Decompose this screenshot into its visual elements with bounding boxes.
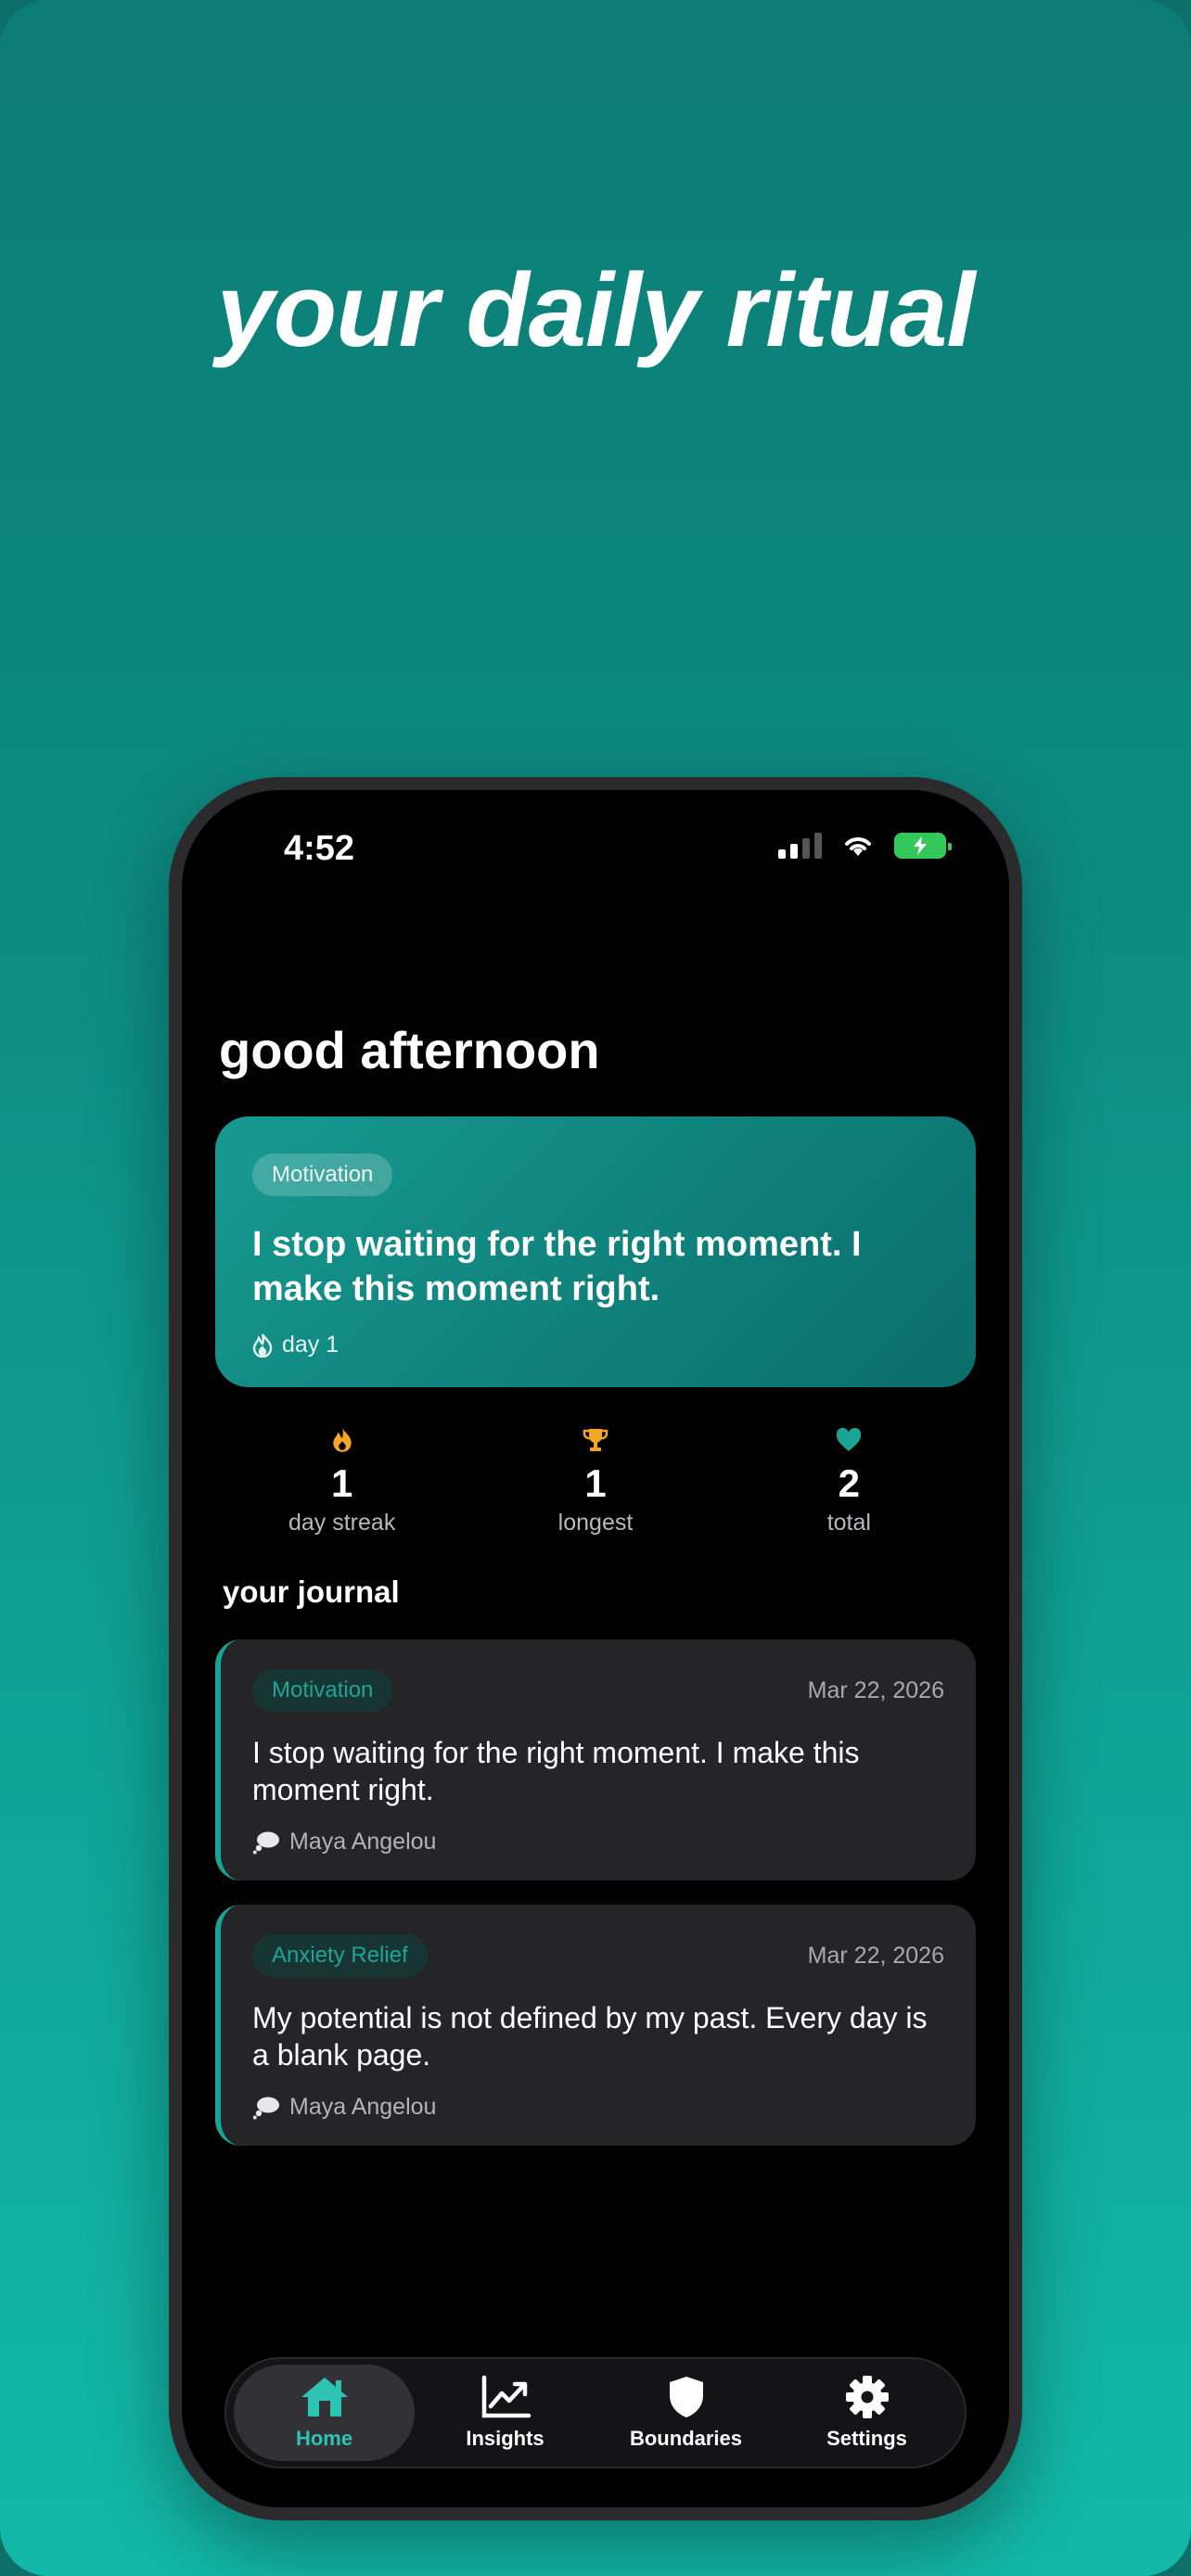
stat-label: longest [557,1510,634,1536]
phone-screen: 4:52 good afternoon Motivation I stop wa… [182,790,1009,2507]
category-badge: Motivation [252,1154,393,1196]
trophy-icon [583,1429,608,1451]
status-time: 4:52 [284,829,355,868]
tab-label: Insights [466,2427,544,2450]
tab-bar: Home Insights Boundaries Settings [224,2357,967,2468]
shield-icon [669,2377,703,2417]
stat-day-streak: 1 day streak [215,1426,468,1537]
category-badge: Motivation [252,1669,393,1712]
tab-label: Settings [826,2427,907,2450]
thought-bubble-icon [252,1831,279,1854]
phone-frame: 4:52 good afternoon Motivation I stop wa… [169,777,1022,2520]
entry-date: Mar 22, 2026 [807,1677,944,1703]
entry-author-row: Maya Angelou [252,2094,944,2121]
tab-settings[interactable]: Settings [776,2365,957,2461]
featured-quote-text: I stop waiting for the right moment. I m… [252,1225,862,1308]
day-indicator: day 1 [252,1332,939,1358]
entry-quote-text: My potential is not defined by my past. … [252,2001,928,2072]
journal-title: your journal [223,1575,400,1609]
stat-value: 2 [838,1461,860,1505]
cellular-signal-icon [778,833,822,859]
stat-value: 1 [330,1461,353,1505]
stat-longest: 1 longest [468,1426,722,1537]
battery-charging-icon [894,833,952,859]
home-icon [301,2378,348,2417]
greeting-title: good afternoon [219,1021,600,1079]
featured-quote-card[interactable]: Motivation I stop waiting for the right … [215,1116,976,1387]
stat-label: total [826,1510,871,1536]
entry-quote-text: I stop waiting for the right moment. I m… [252,1736,860,1806]
entry-author-row: Maya Angelou [252,1829,944,1855]
chart-icon [481,2375,531,2418]
stat-label: day streak [288,1510,396,1536]
flame-icon [252,1333,273,1358]
thought-bubble-icon [252,2097,279,2119]
stat-total: 2 total [723,1426,976,1537]
day-count: day 1 [282,1332,339,1358]
tab-insights[interactable]: Insights [415,2365,596,2461]
stat-value: 1 [584,1461,607,1505]
status-icons [778,833,952,859]
tab-boundaries[interactable]: Boundaries [596,2365,776,2461]
gear-icon [845,2376,889,2418]
entry-author: Maya Angelou [289,1829,437,1855]
journal-entry[interactable]: Anxiety Relief Mar 22, 2026 My potential… [215,1905,976,2146]
headline: your daily ritual [216,252,976,368]
stats-row: 1 day streak 1 longest 2 total [215,1426,976,1537]
wifi-icon [845,837,871,856]
flame-icon [332,1428,352,1452]
tab-home[interactable]: Home [234,2365,415,2461]
tab-label: Home [295,2427,353,2450]
entry-author: Maya Angelou [289,2094,437,2120]
heart-icon [837,1428,862,1451]
category-badge: Anxiety Relief [252,1934,428,1977]
entry-date: Mar 22, 2026 [807,1942,944,1969]
journal-entry[interactable]: Motivation Mar 22, 2026 I stop waiting f… [215,1639,976,1881]
tab-label: Boundaries [629,2427,743,2450]
background: your daily ritual 4:52 good afternoon Mo… [0,0,1191,2576]
